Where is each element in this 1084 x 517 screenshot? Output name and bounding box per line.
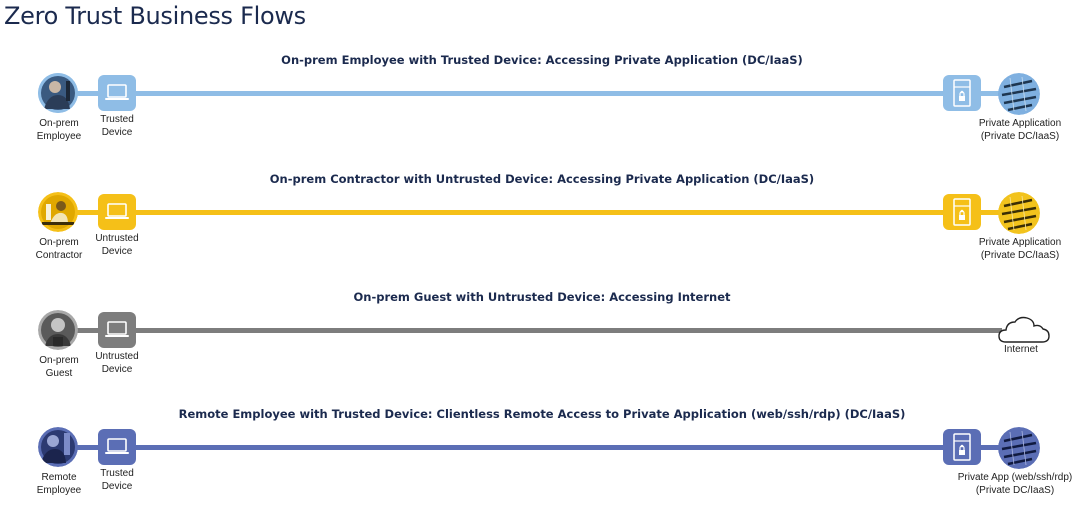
destination-label-line1: Private Application [978,237,1062,248]
flow-line [60,210,1010,215]
datacenter-icon [998,192,1040,234]
device-label-line1: Trusted [100,468,134,479]
flow-onprem-guest: On-prem Guest with Untrusted Device: Acc… [0,290,1084,400]
device-icon-box [98,75,136,111]
destination-label: Internet [990,344,1052,357]
person-label-line2: Employee [36,484,82,496]
destination-label-line2: (Private DC/IaaS) [980,249,1060,261]
destination-label: Private App (web/ssh/rdp) (Private DC/Iaa… [950,472,1080,497]
destination-label: Private Application (Private DC/IaaS) [960,118,1080,143]
laptop-icon [105,84,129,100]
device-label: Untrusted Device [88,233,146,258]
flow-title: Remote Employee with Trusted Device: Cli… [178,407,906,421]
flow-remote-employee: Remote Employee with Trusted Device: Cli… [0,407,1084,517]
person-label-line1: Remote [41,472,77,483]
flow-onprem-employee: On-prem Employee with Trusted Device: Ac… [0,53,1084,163]
destination-label-line2: (Private DC/IaaS) [975,484,1055,496]
device-label-line1: Untrusted [95,351,139,362]
person-label: Remote Employee [28,472,90,497]
flow-line [60,445,1010,450]
person-label-line1: On-prem [39,355,79,366]
flow-title: On-prem Contractor with Untrusted Device… [269,172,815,186]
device-icon-box [98,312,136,348]
device-label-line2: Device [101,245,133,257]
contractor-avatar [38,192,78,232]
destination-label: Private Application (Private DC/IaaS) [960,237,1080,262]
person-label-line1: On-prem [39,118,79,129]
person-label: On-prem Employee [28,118,90,143]
person-label-line2: Guest [45,367,73,379]
flow-title: On-prem Employee with Trusted Device: Ac… [281,53,803,67]
flow-line [60,328,1002,333]
device-icon-box [98,429,136,465]
datacenter-icon [998,73,1040,115]
device-label-line1: Trusted [100,114,134,125]
flow-onprem-contractor: On-prem Contractor with Untrusted Device… [0,172,1084,282]
server-icon-box [943,429,981,465]
device-icon-box [98,194,136,230]
employee-avatar [38,73,78,113]
device-label-line1: Untrusted [95,233,139,244]
destination-label-line2: (Private DC/IaaS) [980,130,1060,142]
laptop-icon [105,321,129,337]
device-label-line2: Device [101,480,133,492]
laptop-icon [105,438,129,454]
datacenter-icon [998,427,1040,469]
person-label-line2: Contractor [35,249,83,261]
destination-label-line1: Internet [1004,344,1038,355]
person-label-line1: On-prem [39,237,79,248]
flow-title: On-prem Guest with Untrusted Device: Acc… [353,290,731,304]
page-title: Zero Trust Business Flows [4,2,306,30]
person-label: On-prem Contractor [28,237,90,262]
device-label-line2: Device [101,363,133,375]
cloud-icon [996,314,1052,346]
destination-label-line1: Private App (web/ssh/rdp) [957,472,1073,483]
device-label: Untrusted Device [88,351,146,376]
laptop-icon [105,203,129,219]
server-icon-box [943,75,981,111]
server-lock-icon [953,79,971,107]
server-lock-icon [953,433,971,461]
device-label: Trusted Device [88,114,146,139]
flow-line [60,91,1010,96]
server-icon-box [943,194,981,230]
server-lock-icon [953,198,971,226]
person-label-line2: Employee [36,130,82,142]
guest-avatar [38,310,78,350]
person-label: On-prem Guest [28,355,90,380]
device-label: Trusted Device [88,468,146,493]
device-label-line2: Device [101,126,133,138]
remote-employee-avatar [38,427,78,467]
destination-label-line1: Private Application [978,118,1062,129]
